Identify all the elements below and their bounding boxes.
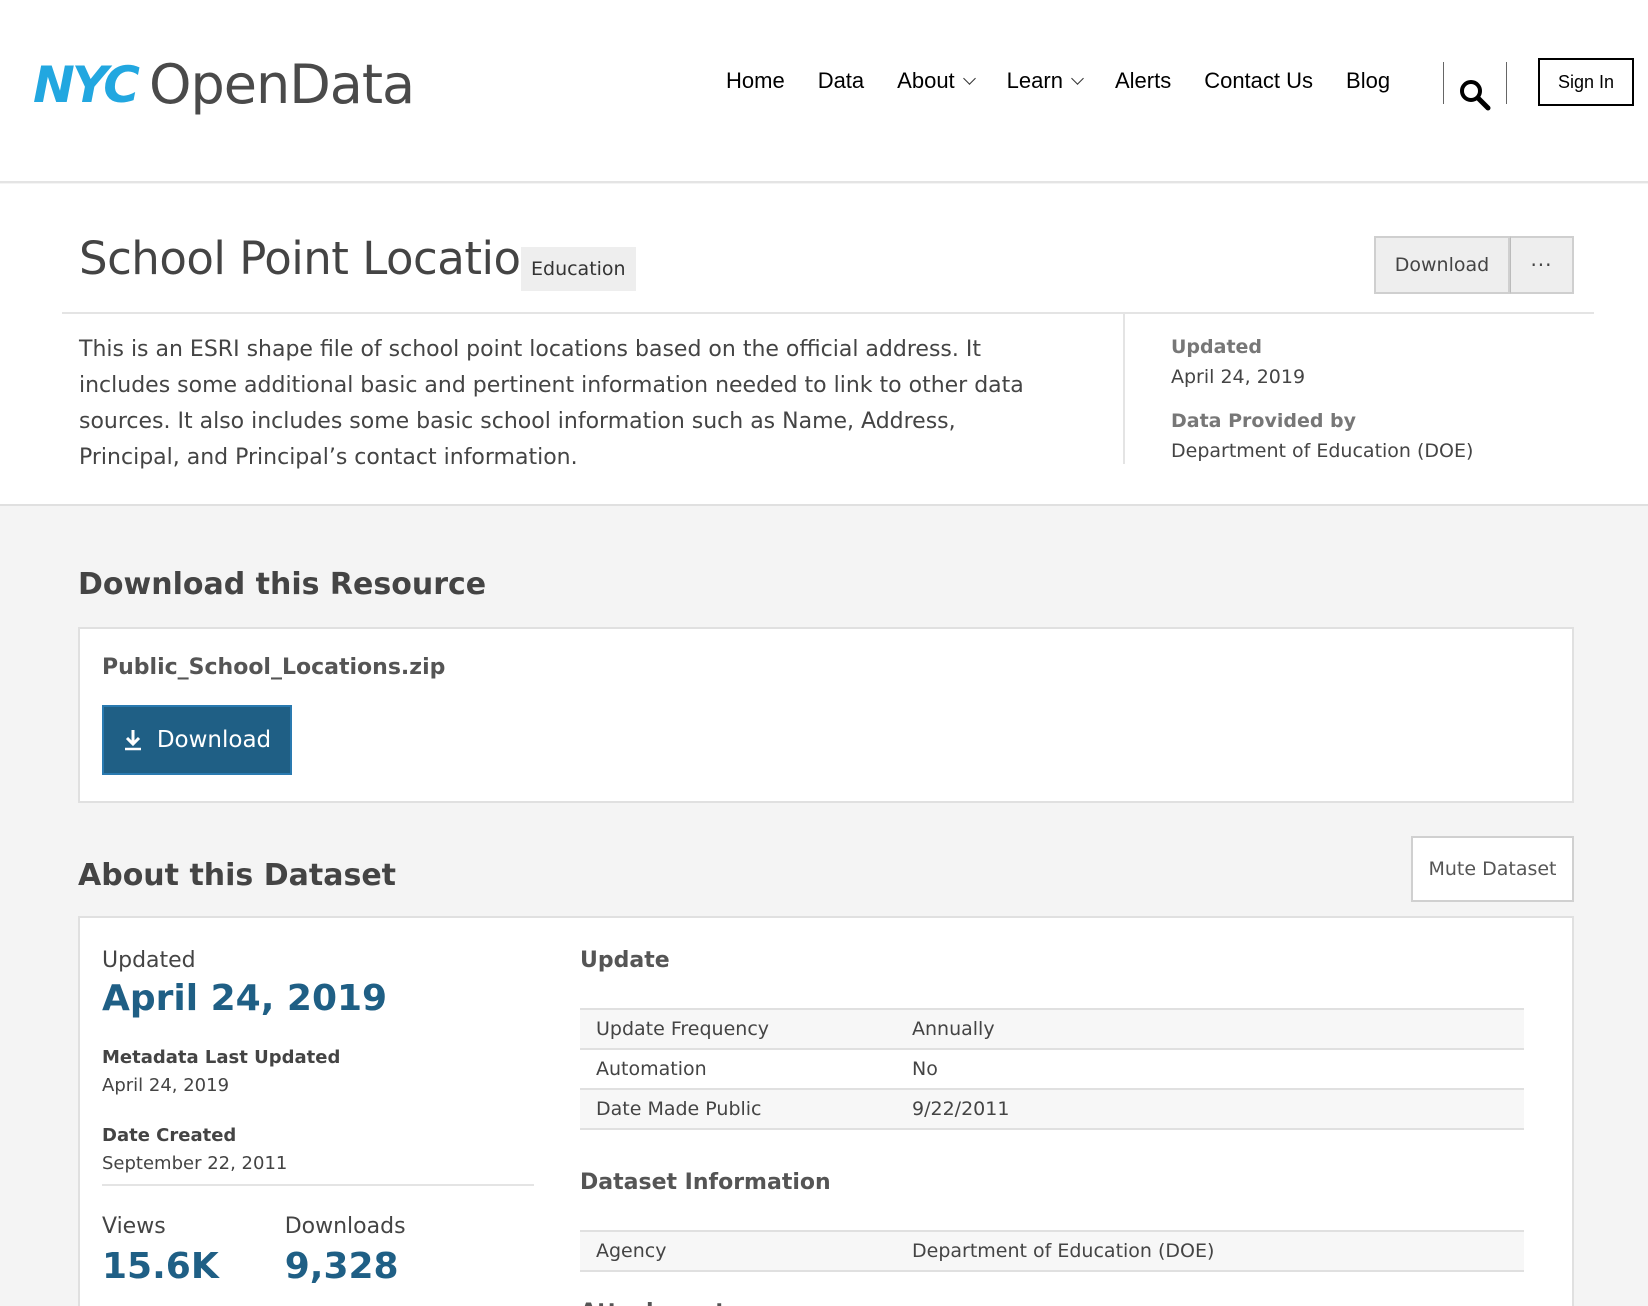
page-title: School Point Locations xyxy=(79,232,572,285)
chevron-down-icon xyxy=(962,71,976,85)
download-button[interactable]: Download xyxy=(1374,236,1510,294)
nav-alerts[interactable]: Alerts xyxy=(1115,64,1171,98)
nav-about-label: About xyxy=(897,68,955,93)
views-value: 15.6K xyxy=(102,1246,219,1287)
row-key: Agency xyxy=(580,1230,896,1272)
nav-about[interactable]: About xyxy=(897,64,976,98)
chevron-down-icon xyxy=(1071,71,1084,85)
row-value: Annually xyxy=(896,1008,1524,1049)
metadata-details: Update Update Frequency Annually Automat… xyxy=(580,946,1524,1306)
nav-contact-label: Contact Us xyxy=(1204,68,1314,93)
mute-dataset-button[interactable]: Mute Dataset xyxy=(1411,836,1574,902)
main-nav: Home Data About Learn Alerts Contact Us … xyxy=(726,64,1423,98)
dataset-summary: Updated April 24, 2019 Data Provided by … xyxy=(1171,332,1473,480)
nav-data[interactable]: Data xyxy=(818,64,864,98)
nav-contact[interactable]: Contact Us xyxy=(1204,64,1313,98)
more-actions-button[interactable]: ··· xyxy=(1510,236,1574,294)
nav-divider xyxy=(1443,62,1444,104)
file-name: Public_School_Locations.zip xyxy=(102,655,446,680)
row-key: Update Frequency xyxy=(580,1008,896,1049)
attachments-title: Attachments xyxy=(580,1298,1524,1306)
divider xyxy=(102,1184,534,1186)
usage-stats: Views 15.6K Downloads 9,328 xyxy=(102,1212,534,1292)
views-stat: Views 15.6K xyxy=(102,1212,219,1292)
downloads-label: Downloads xyxy=(284,1214,406,1239)
updated-label: Updated xyxy=(102,948,196,973)
row-value: No xyxy=(896,1048,1524,1089)
nav-learn-label: Learn xyxy=(1006,68,1063,93)
nav-home[interactable]: Home xyxy=(726,64,785,98)
nyc-opendata-logo[interactable]: NYC OpenData xyxy=(33,53,415,116)
nav-home-label: Home xyxy=(726,68,785,93)
dataset-description: This is an ESRI shape file of school poi… xyxy=(79,337,1024,470)
views-label: Views xyxy=(102,1214,166,1239)
downloads-value: 9,328 xyxy=(284,1246,399,1287)
sign-in-button[interactable]: Sign In xyxy=(1538,58,1634,106)
row-value: 9/22/2011 xyxy=(896,1088,1524,1130)
site-header: NYC OpenData Home Data About Learn Alert… xyxy=(0,0,1648,183)
date-created-label: Date Created xyxy=(102,1125,237,1146)
nav-blog[interactable]: Blog xyxy=(1346,64,1390,98)
row-value: Department of Education (DOE) xyxy=(896,1230,1524,1272)
logo-nyc-text: NYC xyxy=(33,56,140,114)
download-file-label: Download xyxy=(156,727,272,753)
updated-label: Updated xyxy=(1171,336,1263,358)
row-key: Date Made Public xyxy=(580,1088,896,1130)
info-table: Agency Department of Education (DOE) xyxy=(580,1230,1524,1272)
download-icon xyxy=(124,730,141,751)
about-card: Updated April 24, 2019 Metadata Last Upd… xyxy=(78,916,1574,1306)
divider xyxy=(62,312,1594,314)
metadata-updated-label: Metadata Last Updated xyxy=(102,1047,341,1068)
nav-data-label: Data xyxy=(817,68,865,93)
about-section-title: About this Dataset xyxy=(78,858,397,893)
updated-value: April 24, 2019 xyxy=(1171,366,1306,388)
download-section-title: Download this Resource xyxy=(78,567,487,602)
dataset-header: School Point Locations Education Downloa… xyxy=(0,184,1648,506)
more-icon: ··· xyxy=(1530,253,1553,277)
logo-opendata-text: OpenData xyxy=(148,53,415,116)
vertical-divider xyxy=(1123,314,1125,464)
updated-date: April 24, 2019 xyxy=(102,978,388,1019)
table-row: Date Made Public 9/22/2011 xyxy=(580,1088,1524,1130)
metadata-updated-value: April 24, 2019 xyxy=(102,1075,230,1096)
info-group-title: Dataset Information xyxy=(580,1170,831,1195)
provider-value: Department of Education (DOE) xyxy=(1171,440,1474,462)
nav-divider xyxy=(1506,62,1507,104)
table-row: Agency Department of Education (DOE) xyxy=(580,1230,1524,1272)
nav-blog-label: Blog xyxy=(1346,68,1391,93)
download-card: Public_School_Locations.zip Download xyxy=(78,627,1574,803)
category-tag[interactable]: Education xyxy=(521,247,636,291)
header-actions: Download ··· xyxy=(1374,236,1574,294)
update-table: Update Frequency Annually Automation No … xyxy=(580,1008,1524,1130)
nav-learn[interactable]: Learn xyxy=(1006,64,1084,98)
dataset-stats: Updated April 24, 2019 Metadata Last Upd… xyxy=(102,946,534,1292)
search-icon xyxy=(1460,80,1491,111)
downloads-stat: Downloads 9,328 xyxy=(285,1212,406,1292)
search-button[interactable] xyxy=(1458,78,1492,112)
date-created-value: September 22, 2011 xyxy=(102,1153,288,1174)
download-file-button[interactable]: Download xyxy=(102,705,292,775)
table-row: Update Frequency Annually xyxy=(580,1008,1524,1049)
update-group-title: Update xyxy=(580,948,670,973)
table-row: Automation No xyxy=(580,1048,1524,1089)
provider-label: Data Provided by xyxy=(1171,410,1357,432)
nav-alerts-label: Alerts xyxy=(1114,68,1172,93)
row-key: Automation xyxy=(580,1048,896,1089)
